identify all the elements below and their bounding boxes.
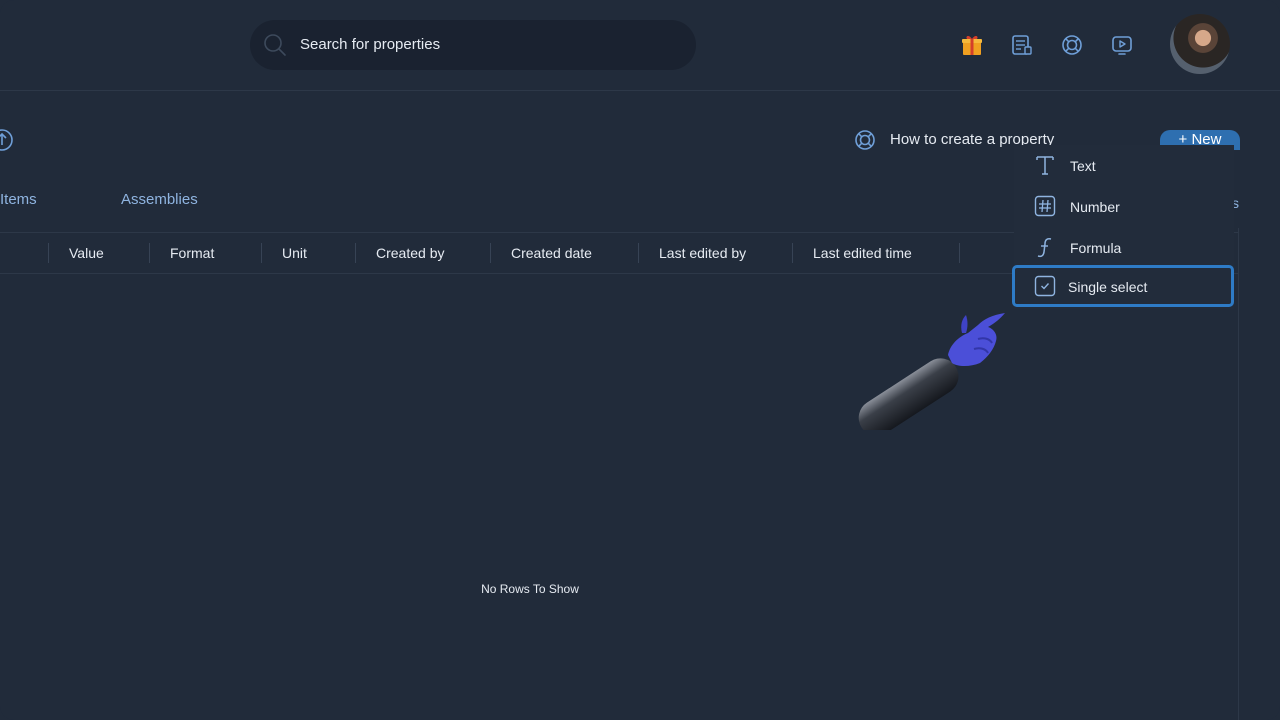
menu-item-text[interactable]: Text bbox=[1014, 145, 1234, 186]
formula-icon bbox=[1037, 238, 1052, 258]
menu-item-label: Number bbox=[1070, 199, 1120, 215]
column-separator[interactable] bbox=[48, 243, 49, 263]
search-icon bbox=[264, 34, 286, 56]
upload-icon[interactable] bbox=[0, 128, 14, 152]
user-avatar[interactable] bbox=[1170, 14, 1230, 74]
column-header-unit[interactable]: Unit bbox=[282, 245, 307, 261]
column-separator[interactable] bbox=[792, 243, 793, 263]
search-field[interactable]: Search for properties bbox=[250, 20, 696, 70]
column-separator[interactable] bbox=[355, 243, 356, 263]
help-lifebuoy-icon bbox=[855, 130, 875, 150]
text-type-icon bbox=[1036, 156, 1054, 175]
top-bar: Search for properties bbox=[0, 0, 1280, 91]
gift-icon[interactable] bbox=[961, 34, 983, 56]
search-placeholder: Search for properties bbox=[300, 36, 441, 53]
column-separator[interactable] bbox=[261, 243, 262, 263]
column-separator[interactable] bbox=[638, 243, 639, 263]
column-separator[interactable] bbox=[490, 243, 491, 263]
column-header-format[interactable]: Format bbox=[170, 245, 214, 261]
menu-item-label: Formula bbox=[1070, 240, 1122, 256]
menu-item-label: Text bbox=[1070, 158, 1096, 174]
column-separator[interactable] bbox=[959, 243, 960, 263]
column-header-created-by[interactable]: Created by bbox=[376, 245, 444, 261]
column-header-last-edited-by[interactable]: Last edited by bbox=[659, 245, 746, 261]
tab-items[interactable]: Items bbox=[0, 191, 37, 208]
menu-item-formula[interactable]: Formula bbox=[1014, 227, 1234, 268]
video-tutorial-icon[interactable] bbox=[1111, 34, 1133, 56]
column-separator[interactable] bbox=[149, 243, 150, 263]
empty-grid-message: No Rows To Show bbox=[481, 582, 579, 596]
document-icon[interactable] bbox=[1011, 34, 1033, 56]
pointing-hand-illustration bbox=[858, 313, 1005, 430]
menu-item-number[interactable]: Number bbox=[1014, 186, 1234, 227]
column-header-created-date[interactable]: Created date bbox=[511, 245, 592, 261]
app-window: Search for properties How to create a pr… bbox=[0, 0, 1280, 720]
column-header-last-edited-time[interactable]: Last edited time bbox=[813, 245, 912, 261]
new-property-menu: Text Number Formula Single select bbox=[1012, 145, 1234, 309]
help-lifebuoy-icon[interactable] bbox=[1061, 34, 1083, 56]
menu-item-label: Single select bbox=[1068, 279, 1148, 295]
hash-icon bbox=[1034, 195, 1056, 217]
column-header-value[interactable]: Value bbox=[69, 245, 104, 261]
grid-right-border bbox=[1238, 228, 1239, 720]
tab-assemblies[interactable]: Assemblies bbox=[121, 191, 198, 208]
checkbox-icon bbox=[1034, 275, 1056, 297]
menu-item-single-select[interactable]: Single select bbox=[1012, 265, 1234, 307]
